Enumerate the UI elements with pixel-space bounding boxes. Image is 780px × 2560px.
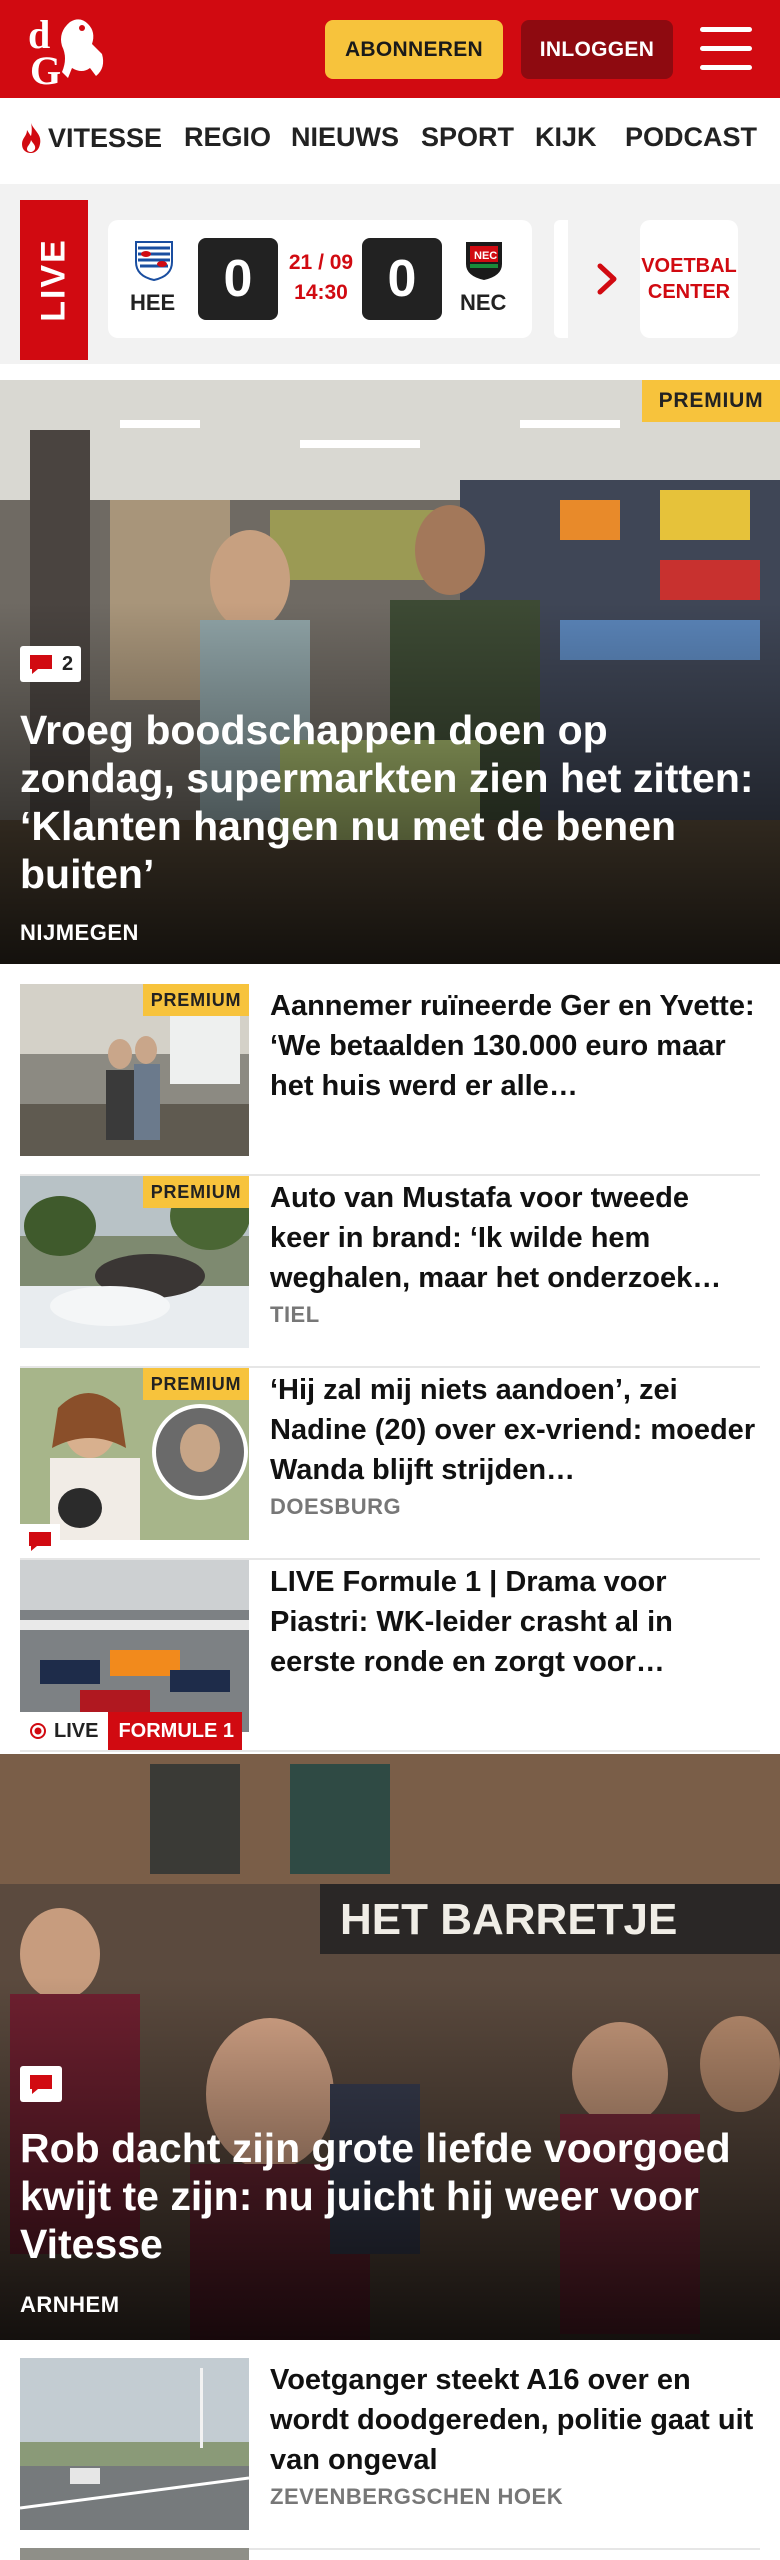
hamburger-icon[interactable] <box>700 27 752 71</box>
premium-badge: PREMIUM <box>143 1176 249 1208</box>
hero-article-vitesse[interactable]: HET BARRETJE Rob dacht zijn grote liefde… <box>0 1754 780 2340</box>
subscribe-button[interactable]: ABONNEREN <box>325 20 503 79</box>
article-location: DOESBURG <box>270 1494 402 1519</box>
nav-label-vitesse: VITESSE <box>48 122 163 153</box>
article-title[interactable]: LIVE Formule 1 | Drama voor Piastri: WK-… <box>270 1562 756 1682</box>
list-item[interactable]: Voetganger steekt A16 over en wordt dood… <box>20 2358 760 2550</box>
nav-item-sport[interactable]: SPORT <box>421 122 514 153</box>
nav-item-nieuws[interactable]: NIEUWS <box>291 122 399 153</box>
svg-text:NEC: NEC <box>474 250 497 262</box>
voetbal-center-link[interactable]: VOETBAL CENTER <box>640 220 738 338</box>
match-card[interactable]: HEE 0 21 / 09 14:30 0 NEC NEC <box>108 220 532 338</box>
comment-count-badge[interactable]: 2 <box>20 646 82 682</box>
login-button[interactable]: INLOGGEN <box>521 20 673 79</box>
comment-icon[interactable] <box>20 1524 60 1558</box>
svg-text:HET BARRETJE: HET BARRETJE <box>340 1895 677 1944</box>
hero-location: NIJMEGEN <box>20 920 139 945</box>
comment-icon-badge[interactable] <box>20 2066 62 2102</box>
list-item[interactable]: PREMIUM Auto van Mustafa voor tweede kee… <box>20 1176 760 1368</box>
hero-article-supermarket[interactable]: PREMIUM 2 Vroeg boodschappen doen op zon… <box>0 380 780 964</box>
main-nav: VITESSE REGIO NIEUWS SPORT KIJK PODCAST <box>0 98 780 184</box>
top-bar: d G ABONNEREN INLOGGEN <box>0 0 780 98</box>
chevron-right-icon[interactable] <box>596 262 620 296</box>
premium-badge: PREMIUM <box>143 1368 249 1400</box>
nav-item-podcast[interactable]: PODCAST <box>625 122 757 153</box>
premium-badge: PREMIUM <box>143 984 249 1016</box>
away-team-logo: NEC <box>466 242 502 280</box>
live-dot-icon <box>30 1723 46 1739</box>
article-title[interactable]: Auto van Mustafa voor tweede keer in bra… <box>270 1178 756 1298</box>
comment-count: 2 <box>62 652 74 675</box>
nav-item-regio[interactable]: REGIO <box>184 122 271 153</box>
comment-icon <box>30 2075 52 2094</box>
list-item[interactable]: PREMIUM Aannemer ruïneerde Ger en Yvette… <box>20 984 760 1176</box>
live-label: LIVE <box>20 200 88 360</box>
list-item[interactable]: PREMIUM ‘Hij zal mij niets aandoen’, zei… <box>20 1368 760 1560</box>
hero-title[interactable]: Rob dacht zijn grote liefde voorgoed kwi… <box>20 2124 760 2268</box>
comment-icon <box>30 655 52 674</box>
hero-title[interactable]: Vroeg boodschappen doen op zondag, super… <box>20 706 760 898</box>
match-date: 21 / 09 <box>288 251 354 274</box>
nav-item-vitesse[interactable]: VITESSE <box>18 122 162 154</box>
match-datetime: 21 / 09 14:30 <box>278 248 364 308</box>
home-score: 0 <box>198 238 278 320</box>
match-time: 14:30 <box>294 281 348 304</box>
next-match-card-edge[interactable] <box>554 220 568 338</box>
article-thumbnail <box>20 1560 249 1732</box>
premium-badge: PREMIUM <box>642 380 780 422</box>
next-article-thumbnail <box>20 2548 249 2560</box>
live-category-pill: LIVE FORMULE 1 <box>20 1712 243 1750</box>
category-badge: FORMULE 1 <box>108 1712 243 1750</box>
nav-item-kijk[interactable]: KIJK <box>535 122 597 153</box>
live-score-strip: LIVE HEE 0 21 / 09 14:30 0 NEC NEC VOETB… <box>0 184 780 364</box>
live-badge: LIVE <box>20 1712 109 1750</box>
article-title[interactable]: Voetganger steekt A16 over en wordt dood… <box>270 2360 756 2480</box>
article-title[interactable]: ‘Hij zal mij niets aandoen’, zei Nadine … <box>270 1370 756 1490</box>
article-title[interactable]: Aannemer ruïneerde Ger en Yvette: ‘We be… <box>270 986 756 1106</box>
article-location: TIEL <box>270 1302 320 1327</box>
away-score: 0 <box>362 238 442 320</box>
flame-icon <box>22 123 41 153</box>
home-team-name: HEE <box>130 290 176 315</box>
home-team-logo <box>135 241 173 282</box>
svg-text:G: G <box>30 48 61 88</box>
article-location: ZEVENBERGSCHEN HOEK <box>270 2484 564 2509</box>
hero-location: ARNHEM <box>20 2292 120 2317</box>
article-thumbnail <box>20 2358 249 2530</box>
list-item[interactable]: LIVE FORMULE 1 LIVE Formule 1 | Drama vo… <box>20 1560 760 1752</box>
away-team-name: NEC <box>460 290 507 315</box>
brand-logo[interactable]: d G <box>24 10 116 88</box>
